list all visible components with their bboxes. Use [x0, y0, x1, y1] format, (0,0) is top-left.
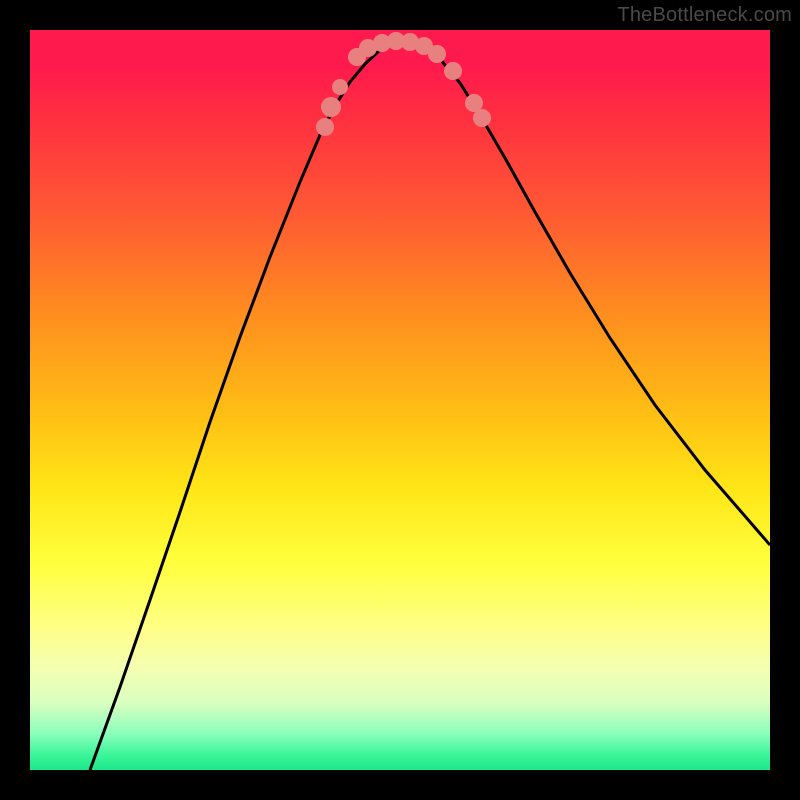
data-marker: [332, 79, 348, 95]
marker-group: [316, 32, 491, 136]
plot-area: [30, 30, 770, 770]
data-marker: [444, 62, 462, 80]
data-marker: [473, 109, 491, 127]
data-marker: [428, 45, 446, 63]
bottleneck-curve: [90, 41, 770, 770]
curve-layer: [30, 30, 770, 770]
data-marker: [321, 97, 341, 117]
watermark-text: TheBottleneck.com: [617, 4, 792, 27]
chart-frame: TheBottleneck.com: [0, 0, 800, 800]
data-marker: [316, 118, 334, 136]
